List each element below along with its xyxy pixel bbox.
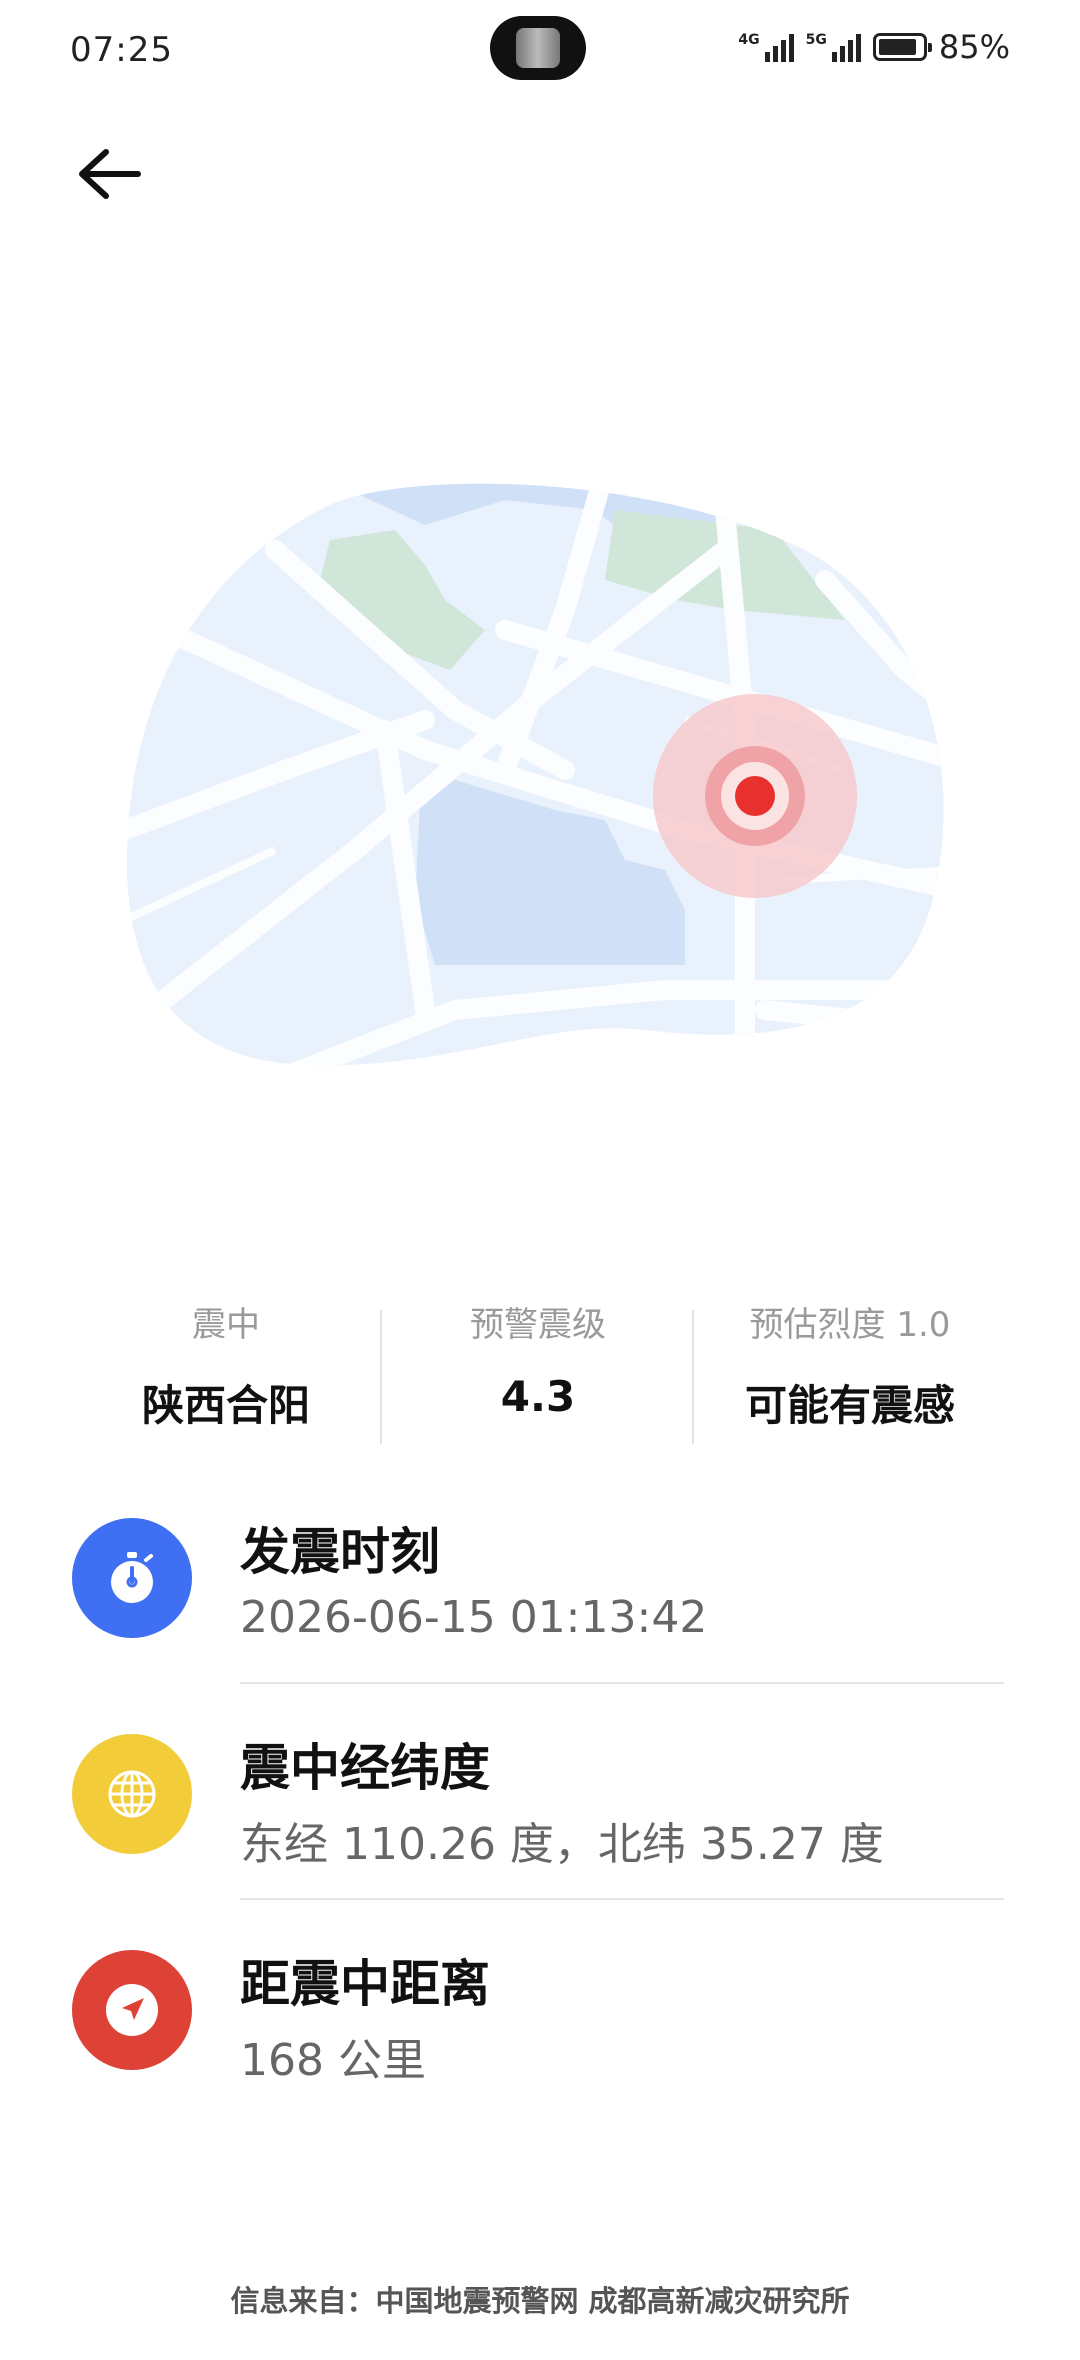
stat-magnitude-label: 预警震级 xyxy=(470,1305,606,1345)
navigation-arrow-icon xyxy=(72,1950,192,2070)
network-4g-label: 4G xyxy=(738,32,760,48)
battery-icon xyxy=(872,33,932,61)
back-button[interactable] xyxy=(72,140,152,220)
row-divider xyxy=(240,1898,1004,1900)
distance-value: 168 公里 xyxy=(240,2035,426,2086)
epicenter-dot xyxy=(735,776,775,816)
stat-intensity-label: 预估烈度 1.0 xyxy=(749,1305,951,1345)
stat-intensity-value: 可能有震感 xyxy=(744,1381,955,1430)
battery-percent: 85% xyxy=(938,28,1010,66)
stat-epicenter-value: 陕西合阳 xyxy=(141,1381,310,1430)
distance-title: 距震中距离 xyxy=(240,1955,490,2013)
status-bar: 07:25 4G 5G 85% xyxy=(0,0,1080,100)
epicenter-map-illustration xyxy=(125,470,955,1080)
front-camera xyxy=(490,16,586,80)
stat-magnitude-value: 4.3 xyxy=(500,1372,576,1421)
row-divider xyxy=(240,1682,1004,1684)
info-row-distance: 距震中距离 168 公里 xyxy=(0,1932,1080,2132)
source-footer: 信息来自：中国地震预警网 成都高新减灾研究所 xyxy=(230,2284,850,2318)
info-row-coordinates: 震中经纬度 东经 110.26 度，北纬 35.27 度 xyxy=(0,1716,1080,1916)
stat-magnitude: 预警震级 4.3 xyxy=(378,1300,698,1421)
stat-epicenter: 震中 陕西合阳 xyxy=(66,1300,386,1433)
signal-4g-icon: 4G xyxy=(738,32,794,62)
quake-time-title: 发震时刻 xyxy=(240,1523,440,1581)
info-row-quake-time: 发震时刻 2026-06-15 01:13:42 xyxy=(0,1500,1080,1700)
status-icons: 4G 5G 85% xyxy=(738,28,1010,66)
signal-5g-icon: 5G xyxy=(806,32,861,62)
quake-time-value: 2026-06-15 01:13:42 xyxy=(240,1592,708,1643)
status-time: 07:25 xyxy=(70,30,173,70)
stat-epicenter-label: 震中 xyxy=(192,1305,260,1345)
network-5g-label: 5G xyxy=(805,32,827,48)
quake-summary: 震中 陕西合阳 预警震级 4.3 预估烈度 1.0 可能有震感 xyxy=(0,1300,1080,1450)
stopwatch-icon xyxy=(72,1518,192,1638)
globe-icon xyxy=(72,1734,192,1854)
coordinates-value: 东经 110.26 度，北纬 35.27 度 xyxy=(240,1819,884,1870)
stat-intensity: 预估烈度 1.0 可能有震感 xyxy=(690,1300,1010,1433)
map-svg xyxy=(126,483,944,1066)
coordinates-title: 震中经纬度 xyxy=(240,1739,490,1797)
back-arrow-icon xyxy=(79,149,141,199)
